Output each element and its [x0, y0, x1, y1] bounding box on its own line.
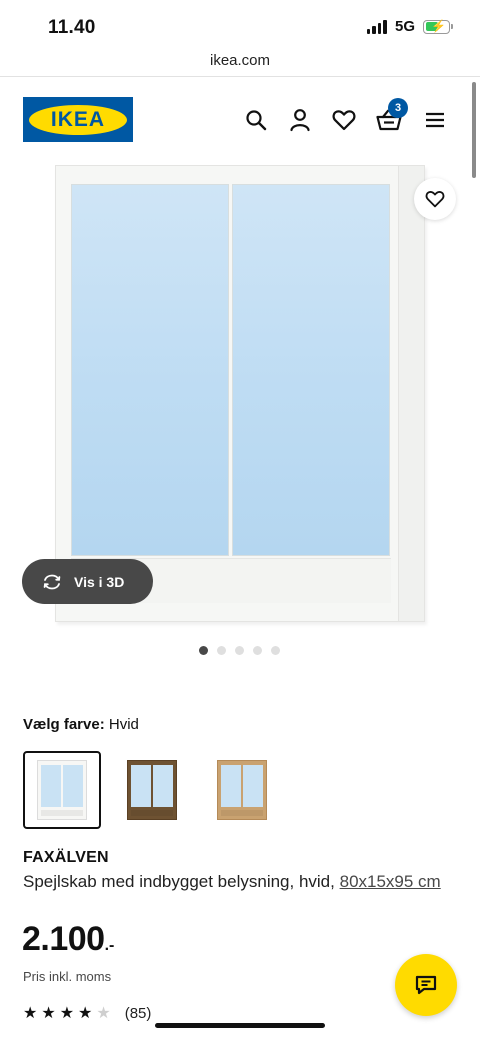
network-label: 5G — [394, 18, 415, 35]
carousel-dot[interactable] — [253, 646, 262, 655]
swatch-light-oak[interactable] — [203, 751, 281, 829]
chat-button[interactable] — [395, 954, 457, 1016]
mirror-door-left — [71, 184, 229, 556]
product-name: FAXÄLVEN — [23, 849, 109, 866]
image-carousel-dots — [199, 646, 280, 655]
cart-icon[interactable]: 3 — [376, 98, 408, 133]
color-swatches — [23, 751, 281, 829]
search-icon[interactable] — [243, 107, 269, 133]
product-description: Spejlskab med indbygget belysning, hvid,… — [23, 871, 463, 893]
price-value: 2.100 — [22, 920, 105, 958]
home-indicator[interactable] — [155, 1023, 325, 1028]
cart-count-badge: 3 — [388, 98, 408, 118]
url-bar[interactable]: ikea.com — [0, 52, 480, 76]
view-3d-label: Vis i 3D — [74, 573, 125, 590]
account-icon[interactable] — [287, 107, 313, 133]
status-indicators: 5G ⚡ — [366, 18, 453, 35]
swatch-brown-oak[interactable] — [113, 751, 191, 829]
price-note: Pris inkl. moms — [23, 969, 112, 984]
star-icon: ★ — [23, 1004, 38, 1022]
logo-text: IKEA — [50, 107, 106, 131]
review-count: (85) — [124, 1005, 152, 1022]
site-header: IKEA 3 — [0, 77, 480, 165]
carousel-dot[interactable] — [271, 646, 280, 655]
cabinet-side — [398, 166, 424, 621]
carousel-dot[interactable] — [235, 646, 244, 655]
add-to-wishlist-button[interactable] — [414, 178, 456, 220]
product-description-text: Spejlskab med indbygget belysning, hvid, — [23, 872, 335, 891]
product-price: 2.100 .- — [22, 920, 114, 959]
product-size-link[interactable]: 80x15x95 cm — [340, 872, 441, 891]
battery-icon: ⚡ — [423, 19, 453, 34]
carousel-dot[interactable] — [199, 646, 208, 655]
mirror-door-right — [232, 184, 390, 556]
price-suffix: .- — [104, 937, 115, 954]
star-icon: ★ — [41, 1004, 56, 1022]
cabinet-illustration — [55, 165, 425, 622]
color-selector-label: Vælg farve: Hvid — [23, 716, 139, 733]
status-bar: 11.40 5G ⚡ — [0, 0, 480, 52]
carousel-dot[interactable] — [217, 646, 226, 655]
color-selected-value: Hvid — [108, 716, 139, 733]
product-rating[interactable]: ★ ★ ★ ★ ★ (85) — [23, 1005, 151, 1022]
wishlist-icon[interactable] — [331, 107, 357, 133]
heart-icon — [425, 191, 445, 208]
view-3d-button[interactable]: Vis i 3D — [22, 559, 153, 604]
chat-icon — [415, 975, 437, 995]
star-empty-icon: ★ — [96, 1004, 111, 1022]
status-time: 11.40 — [48, 17, 96, 38]
menu-icon[interactable] — [422, 107, 448, 133]
star-icon: ★ — [59, 1004, 75, 1022]
color-label-title: Vælg farve: — [23, 716, 105, 733]
swatch-white[interactable] — [23, 751, 101, 829]
star-icon: ★ — [78, 1004, 93, 1022]
rotate-3d-icon — [43, 574, 61, 589]
ikea-logo[interactable]: IKEA — [23, 97, 133, 142]
signal-icon — [366, 19, 387, 34]
